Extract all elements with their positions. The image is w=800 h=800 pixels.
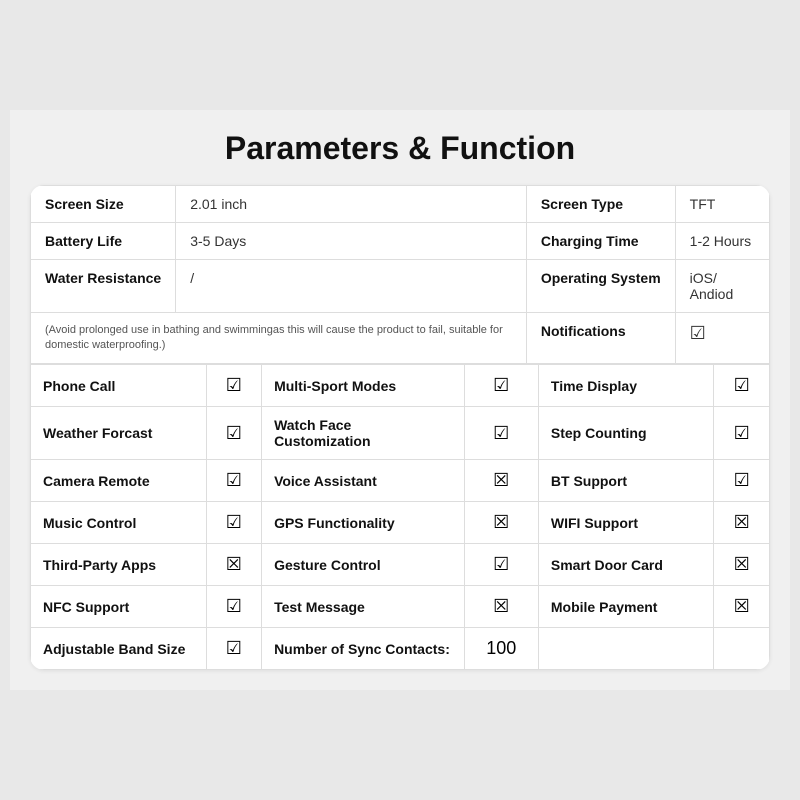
feat-label-col3-1: Step Counting (538, 407, 714, 460)
spec-row-3-note: (Avoid prolonged use in bathing and swim… (31, 312, 770, 364)
feat-label-col3-4: Smart Door Card (538, 544, 714, 586)
feat-label-col2-4: Gesture Control (262, 544, 465, 586)
feat-label-col2-5: Test Message (262, 586, 465, 628)
feat-label-col1-3: Music Control (31, 502, 207, 544)
feat-icon-col3-3: ☒ (714, 502, 770, 544)
notifications-value: ☑ (675, 312, 769, 364)
feat-icon-col2-3: ☒ (464, 502, 538, 544)
feat-label-col1-2: Camera Remote (31, 460, 207, 502)
charging-time-label: Charging Time (526, 222, 675, 259)
spec-table: Screen Size 2.01 inch Screen Type TFT Ba… (30, 185, 770, 365)
feat-label-col3-3: WIFI Support (538, 502, 714, 544)
feature-row-2: Camera Remote☑Voice Assistant☒BT Support… (31, 460, 770, 502)
feat-label-col3-2: BT Support (538, 460, 714, 502)
feat-label-col3-5: Mobile Payment (538, 586, 714, 628)
spec-row-3: Water Resistance / Operating System iOS/… (31, 259, 770, 312)
feat-icon-col3-0: ☑ (714, 365, 770, 407)
feat-label-col3-0: Time Display (538, 365, 714, 407)
feat-icon-col2-0: ☑ (464, 365, 538, 407)
feat-icon-col3-5: ☒ (714, 586, 770, 628)
feat-label-col1-6: Adjustable Band Size (31, 628, 207, 670)
battery-life-value: 3-5 Days (176, 222, 527, 259)
screen-size-value: 2.01 inch (176, 185, 527, 222)
feat-icon-col2-4: ☑ (464, 544, 538, 586)
feat-label-col2-3: GPS Functionality (262, 502, 465, 544)
feature-row-6: Adjustable Band Size☑Number of Sync Cont… (31, 628, 770, 670)
feat-icon-col1-5: ☑ (206, 586, 262, 628)
feat-label-col1-4: Third-Party Apps (31, 544, 207, 586)
page-title: Parameters & Function (30, 130, 770, 167)
feature-row-4: Third-Party Apps☒Gesture Control☑Smart D… (31, 544, 770, 586)
card: Screen Size 2.01 inch Screen Type TFT Ba… (30, 185, 770, 671)
feat-icon-col1-6: ☑ (206, 628, 262, 670)
feat-label-col2-6: Number of Sync Contacts: (262, 628, 465, 670)
screen-type-value: TFT (675, 185, 769, 222)
feat-icon-col3-4: ☒ (714, 544, 770, 586)
feat-icon-col3-2: ☑ (714, 460, 770, 502)
feat-icon-col1-3: ☑ (206, 502, 262, 544)
feature-row-1: Weather Forcast☑Watch Face Customization… (31, 407, 770, 460)
page: Parameters & Function Screen Size 2.01 i… (10, 110, 790, 691)
os-label: Operating System (526, 259, 675, 312)
feat-icon-col3-1: ☑ (714, 407, 770, 460)
feat-icon-col2-6: 100 (464, 628, 538, 670)
battery-life-label: Battery Life (31, 222, 176, 259)
feat-icon-col1-1: ☑ (206, 407, 262, 460)
water-resistance-note: (Avoid prolonged use in bathing and swim… (31, 312, 527, 364)
feat-icon-col1-0: ☑ (206, 365, 262, 407)
water-resistance-label: Water Resistance (31, 259, 176, 312)
spec-row-2: Battery Life 3-5 Days Charging Time 1-2 … (31, 222, 770, 259)
feature-row-3: Music Control☑GPS Functionality☒WIFI Sup… (31, 502, 770, 544)
feat-icon-col3-6 (714, 628, 770, 670)
feat-label-col2-1: Watch Face Customization (262, 407, 465, 460)
feat-label-col1-5: NFC Support (31, 586, 207, 628)
feature-row-0: Phone Call☑Multi-Sport Modes☑Time Displa… (31, 365, 770, 407)
feat-icon-col2-5: ☒ (464, 586, 538, 628)
notifications-label: Notifications (526, 312, 675, 364)
screen-size-label: Screen Size (31, 185, 176, 222)
feat-label-col3-6 (538, 628, 714, 670)
feat-label-col2-2: Voice Assistant (262, 460, 465, 502)
screen-type-label: Screen Type (526, 185, 675, 222)
os-value: iOS/ Andiod (675, 259, 769, 312)
feat-icon-col2-2: ☒ (464, 460, 538, 502)
feat-label-col1-1: Weather Forcast (31, 407, 207, 460)
feat-label-col1-0: Phone Call (31, 365, 207, 407)
feature-row-5: NFC Support☑Test Message☒Mobile Payment☒ (31, 586, 770, 628)
charging-time-value: 1-2 Hours (675, 222, 769, 259)
water-resistance-value: / (176, 259, 527, 312)
feat-icon-col2-1: ☑ (464, 407, 538, 460)
spec-row-1: Screen Size 2.01 inch Screen Type TFT (31, 185, 770, 222)
feat-label-col2-0: Multi-Sport Modes (262, 365, 465, 407)
feat-icon-col1-2: ☑ (206, 460, 262, 502)
feat-icon-col1-4: ☒ (206, 544, 262, 586)
feature-table: Phone Call☑Multi-Sport Modes☑Time Displa… (30, 364, 770, 670)
